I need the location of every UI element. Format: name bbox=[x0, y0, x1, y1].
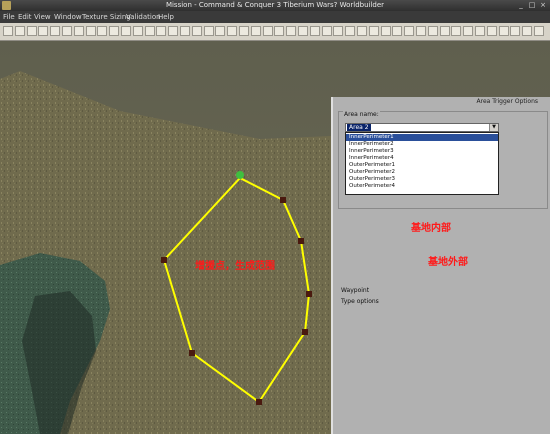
toolbar-button[interactable] bbox=[73, 26, 84, 36]
toolbar-button[interactable] bbox=[262, 26, 273, 36]
toolbar-button[interactable] bbox=[368, 26, 379, 36]
area-name-group: Area name: Area 2 ▼ InnerPerimeter1 Inne… bbox=[338, 111, 548, 209]
toolbar-button[interactable] bbox=[333, 26, 344, 36]
toolbar-button[interactable] bbox=[451, 26, 462, 36]
annotation-spawn-area: 增援点，生成范围 bbox=[195, 261, 275, 272]
list-item-outerperimeter2[interactable]: OuterPerimeter2 bbox=[346, 169, 498, 176]
list-item-innerperimeter4[interactable]: InnerPerimeter4 bbox=[346, 155, 498, 162]
toolbar-button[interactable] bbox=[144, 26, 155, 36]
list-item-outerperimeter1[interactable]: OuterPerimeter1 bbox=[346, 162, 498, 169]
toolbar-button[interactable] bbox=[38, 26, 49, 36]
toolbar-button[interactable] bbox=[522, 26, 533, 36]
polygon-vertex[interactable] bbox=[302, 329, 308, 335]
toolbar-button[interactable] bbox=[380, 26, 391, 36]
panel-title: Area Trigger Options bbox=[476, 98, 538, 105]
toolbar-button[interactable] bbox=[404, 26, 415, 36]
waypoint-label: Waypoint bbox=[341, 287, 370, 294]
menu-validation[interactable]: Validation bbox=[126, 11, 161, 23]
menu-window[interactable]: Window bbox=[54, 11, 82, 23]
maximize-button[interactable]: □ bbox=[527, 1, 537, 10]
toolbar-button[interactable] bbox=[475, 26, 485, 36]
toolbar-button[interactable] bbox=[345, 26, 356, 36]
polygon-vertex[interactable] bbox=[306, 291, 312, 297]
toolbar-button[interactable] bbox=[109, 26, 120, 36]
menu-edit[interactable]: Edit bbox=[18, 11, 32, 23]
toolbar-button[interactable] bbox=[439, 26, 450, 36]
menu-view[interactable]: View bbox=[34, 11, 51, 23]
chevron-down-icon[interactable]: ▼ bbox=[489, 124, 498, 131]
polygon-vertex[interactable] bbox=[280, 197, 286, 203]
area-name-combobox[interactable]: Area 2 ▼ bbox=[345, 123, 499, 132]
toolbar bbox=[0, 23, 550, 41]
toolbar-button[interactable] bbox=[286, 26, 297, 36]
toolbar-button[interactable] bbox=[168, 26, 179, 36]
list-item-outerperimeter4[interactable]: OuterPerimeter4 bbox=[346, 183, 498, 190]
close-button[interactable]: × bbox=[538, 1, 548, 10]
toolbar-button[interactable] bbox=[85, 26, 96, 36]
polygon-vertex[interactable] bbox=[161, 257, 167, 263]
window-titlebar: Mission - Command & Conquer 3 Tiberium W… bbox=[0, 0, 550, 11]
toolbar-button[interactable] bbox=[463, 26, 474, 36]
toolbar-button[interactable] bbox=[357, 26, 367, 36]
toolbar-button[interactable] bbox=[498, 26, 509, 36]
toolbar-button[interactable] bbox=[274, 26, 285, 36]
menu-help[interactable]: Help bbox=[158, 11, 174, 23]
toolbar-button[interactable] bbox=[50, 26, 61, 36]
minimize-button[interactable]: _ bbox=[516, 1, 526, 10]
toolbar-button[interactable] bbox=[156, 26, 167, 36]
toolbar-button[interactable] bbox=[227, 26, 238, 36]
toolbar-button[interactable] bbox=[298, 26, 308, 36]
toolbar-button[interactable] bbox=[534, 26, 544, 36]
list-item-innerperimeter1[interactable]: InnerPerimeter1 bbox=[346, 134, 498, 141]
waypoint-marker[interactable] bbox=[236, 171, 244, 179]
toolbar-button[interactable] bbox=[203, 26, 214, 36]
toolbar-button[interactable] bbox=[416, 26, 426, 36]
toolbar-button[interactable] bbox=[97, 26, 108, 36]
toolbar-button[interactable] bbox=[486, 26, 497, 36]
toolbar-button[interactable] bbox=[427, 26, 438, 36]
toolbar-button[interactable] bbox=[392, 26, 403, 36]
annotation-base-outer: 基地外部 bbox=[428, 257, 468, 268]
polygon-vertex[interactable] bbox=[256, 399, 262, 405]
toolbar-button[interactable] bbox=[121, 26, 131, 36]
menu-texture-sizing[interactable]: Texture Sizing bbox=[82, 11, 131, 23]
toolbar-button[interactable] bbox=[26, 26, 37, 36]
annotation-base-inner: 基地内部 bbox=[411, 223, 451, 234]
list-item-outerperimeter3[interactable]: OuterPerimeter3 bbox=[346, 176, 498, 183]
area-name-value: Area 2 bbox=[347, 124, 371, 131]
toolbar-button[interactable] bbox=[62, 26, 72, 36]
menu-bar: File Edit View Window Texture Sizing Val… bbox=[0, 11, 550, 23]
toolbar-button[interactable] bbox=[3, 26, 13, 36]
toolbar-button[interactable] bbox=[191, 26, 202, 36]
toolbar-button[interactable] bbox=[309, 26, 320, 36]
area-name-label: Area name: bbox=[343, 111, 380, 119]
toolbar-button[interactable] bbox=[132, 26, 143, 36]
polygon-vertex[interactable] bbox=[298, 238, 304, 244]
toolbar-button[interactable] bbox=[215, 26, 226, 36]
list-item-innerperimeter3[interactable]: InnerPerimeter3 bbox=[346, 148, 498, 155]
toolbar-button[interactable] bbox=[239, 26, 249, 36]
toolbar-button[interactable] bbox=[510, 26, 521, 36]
toolbar-button[interactable] bbox=[321, 26, 332, 36]
list-item-innerperimeter2[interactable]: InnerPerimeter2 bbox=[346, 141, 498, 148]
toolbar-button[interactable] bbox=[250, 26, 261, 36]
type-options-label: Type options bbox=[341, 298, 379, 305]
menu-file[interactable]: File bbox=[3, 11, 15, 23]
toolbar-button[interactable] bbox=[14, 26, 25, 36]
toolbar-button[interactable] bbox=[180, 26, 190, 36]
polygon-vertex[interactable] bbox=[189, 350, 195, 356]
window-title: Mission - Command & Conquer 3 Tiberium W… bbox=[165, 1, 385, 9]
area-name-dropdown-list[interactable]: InnerPerimeter1 InnerPerimeter2 InnerPer… bbox=[345, 132, 499, 195]
